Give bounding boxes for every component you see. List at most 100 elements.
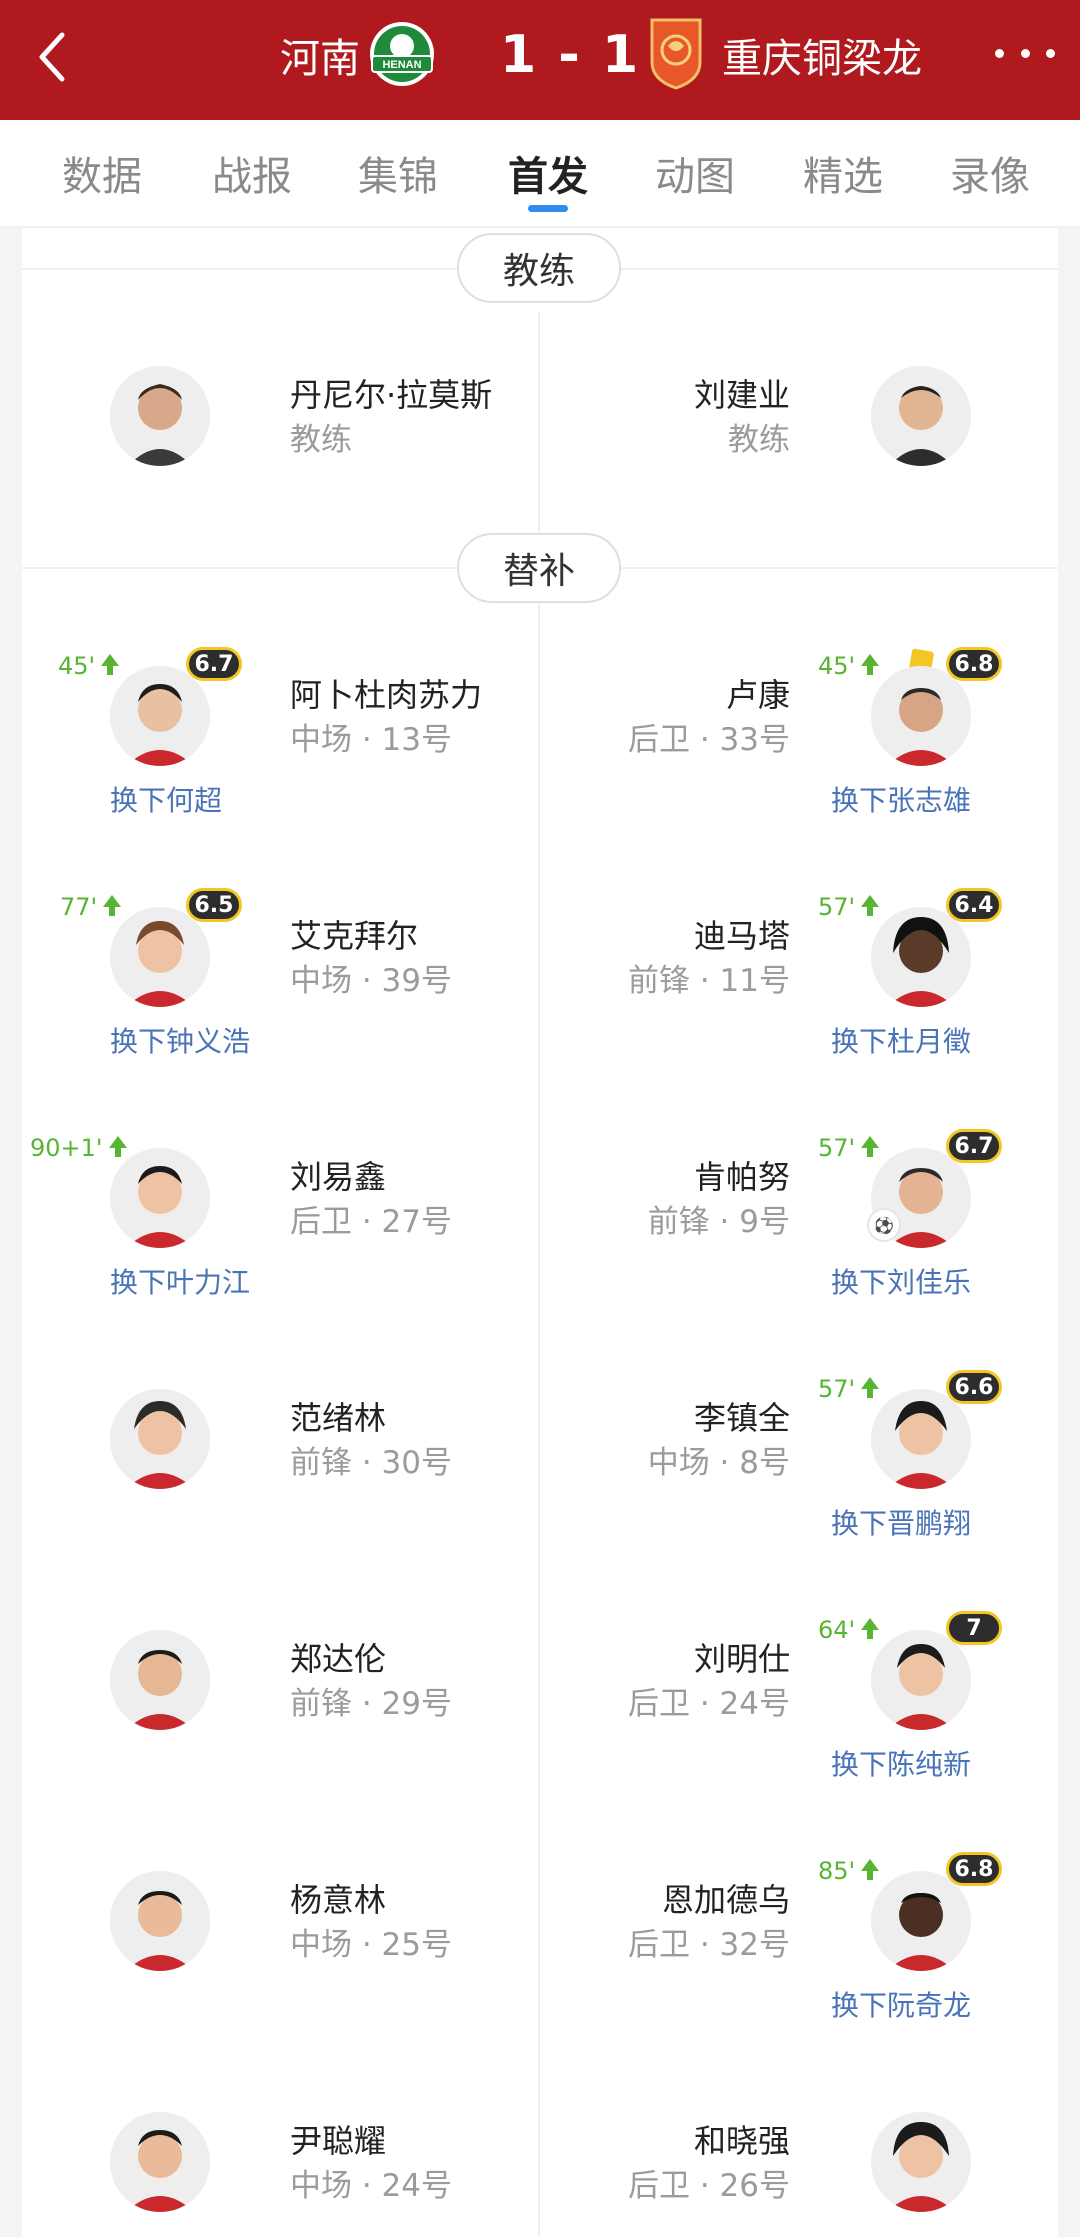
player-name[interactable]: 卢康 bbox=[726, 670, 790, 716]
tab-replay[interactable]: 录像 bbox=[930, 120, 1050, 226]
tab-data[interactable]: 数据 bbox=[42, 120, 162, 226]
player-name[interactable]: 刘易鑫 bbox=[290, 1152, 386, 1198]
player-position-number: 后卫 · 27号 bbox=[290, 1204, 453, 1240]
player-name[interactable]: 范绪林 bbox=[290, 1393, 386, 1439]
home-team-logo[interactable]: HENAN bbox=[368, 20, 436, 88]
player-avatar[interactable] bbox=[871, 907, 971, 1007]
player-name[interactable]: 李镇全 bbox=[694, 1393, 790, 1439]
sub-in-arrow-icon bbox=[861, 1859, 880, 1880]
player-rating-badge: 6.8 bbox=[946, 647, 1002, 681]
sub-replaced-text[interactable]: 换下何超 bbox=[110, 779, 222, 819]
player-rating-badge: 6.7 bbox=[186, 647, 242, 681]
player-name[interactable]: 迪马塔 bbox=[694, 911, 790, 957]
player-avatar[interactable] bbox=[110, 907, 210, 1007]
sub-in-arrow-icon bbox=[101, 654, 120, 675]
coach-section-title: 教练 bbox=[457, 233, 621, 303]
player-avatar[interactable] bbox=[871, 666, 971, 766]
player-name[interactable]: 恩加德乌 bbox=[662, 1875, 790, 1921]
assist-icon: ⚽ bbox=[869, 1210, 899, 1240]
player-avatar[interactable] bbox=[871, 2112, 971, 2212]
svg-text:HENAN: HENAN bbox=[382, 59, 421, 71]
player-position-number: 中场 · 8号 bbox=[647, 1445, 790, 1481]
player-avatar[interactable] bbox=[110, 1630, 210, 1730]
player-position-number: 中场 · 39号 bbox=[290, 963, 453, 999]
sub-replaced-text[interactable]: 换下张志雄 bbox=[831, 779, 971, 819]
player-avatar[interactable] bbox=[110, 1389, 210, 1489]
tab-featured[interactable]: 精选 bbox=[783, 120, 903, 226]
player-position-number: 后卫 · 24号 bbox=[627, 1686, 790, 1722]
sub-minute: 64' bbox=[818, 1616, 880, 1644]
sub-in-arrow-icon bbox=[861, 1618, 880, 1639]
sub-replaced-text[interactable]: 换下杜月徵 bbox=[831, 1020, 971, 1060]
away-coach-avatar[interactable] bbox=[871, 366, 971, 466]
player-avatar[interactable] bbox=[110, 666, 210, 766]
player-position-number: 前锋 · 11号 bbox=[627, 963, 790, 999]
player-position-number: 前锋 · 29号 bbox=[290, 1686, 453, 1722]
sub-replaced-text[interactable]: 换下陈纯新 bbox=[831, 1743, 971, 1783]
sub-replaced-text[interactable]: 换下刘佳乐 bbox=[831, 1261, 971, 1301]
tab-gifs[interactable]: 动图 bbox=[635, 120, 755, 226]
sub-replaced-text[interactable]: 换下阮奇龙 bbox=[831, 1984, 971, 2024]
sub-replaced-text[interactable]: 换下晋鹏翔 bbox=[831, 1502, 971, 1542]
player-position-number: 中场 · 24号 bbox=[290, 2168, 453, 2204]
player-rating-badge: 6.5 bbox=[186, 888, 242, 922]
player-name[interactable]: 肯帕努 bbox=[694, 1152, 790, 1198]
player-name[interactable]: 和晓强 bbox=[694, 2116, 790, 2162]
sub-minute: 45' bbox=[58, 652, 120, 680]
sub-minute: 77' bbox=[60, 893, 122, 921]
player-avatar[interactable] bbox=[871, 1389, 971, 1489]
active-tab-indicator bbox=[528, 205, 568, 212]
chevron-left-icon bbox=[39, 32, 65, 82]
sub-in-arrow-icon bbox=[861, 895, 880, 916]
player-rating-badge: 6.7 bbox=[946, 1129, 1002, 1163]
player-position-number: 前锋 · 30号 bbox=[290, 1445, 453, 1481]
sub-minute: 57' bbox=[818, 1375, 880, 1403]
away-team-logo[interactable] bbox=[648, 16, 704, 90]
player-rating-badge: 6.6 bbox=[946, 1370, 1002, 1404]
player-name[interactable]: 杨意林 bbox=[290, 1875, 386, 1921]
sub-in-arrow-icon bbox=[861, 1377, 880, 1398]
match-header: 河南 HENAN 1 - 1 重庆铜梁龙 bbox=[0, 0, 1080, 120]
sub-in-arrow-icon bbox=[861, 654, 880, 675]
player-position-number: 中场 · 13号 bbox=[290, 722, 453, 758]
back-button[interactable] bbox=[22, 22, 82, 92]
player-position-number: 后卫 · 32号 bbox=[627, 1927, 790, 1963]
player-avatar[interactable] bbox=[110, 2112, 210, 2212]
player-avatar[interactable] bbox=[110, 1148, 210, 1248]
sub-in-arrow-icon bbox=[103, 895, 122, 916]
player-name[interactable]: 郑达伦 bbox=[290, 1634, 386, 1680]
player-name[interactable]: 刘明仕 bbox=[694, 1634, 790, 1680]
player-rating-badge: 6.4 bbox=[946, 888, 1002, 922]
home-coach-role: 教练 bbox=[290, 422, 352, 458]
sub-minute: 57' bbox=[818, 893, 880, 921]
player-rating-badge: 6.8 bbox=[946, 1852, 1002, 1886]
home-coach-name[interactable]: 丹尼尔·拉莫斯 bbox=[290, 370, 492, 416]
sub-minute: 85' bbox=[818, 1857, 880, 1885]
sub-replaced-text[interactable]: 换下钟义浩 bbox=[110, 1020, 250, 1060]
player-position-number: 后卫 · 33号 bbox=[627, 722, 790, 758]
player-avatar[interactable] bbox=[871, 1871, 971, 1971]
match-score: 1 - 1 bbox=[500, 25, 641, 85]
sub-in-arrow-icon bbox=[108, 1136, 127, 1157]
sub-minute: 45' bbox=[818, 652, 880, 680]
player-avatar[interactable] bbox=[110, 1871, 210, 1971]
player-rating-badge: 7 bbox=[946, 1611, 1002, 1645]
tab-highlights[interactable]: 集锦 bbox=[338, 120, 458, 226]
away-team-name[interactable]: 重庆铜梁龙 bbox=[722, 0, 922, 110]
player-position-number: 后卫 · 26号 bbox=[627, 2168, 790, 2204]
player-name[interactable]: 阿卜杜肉苏力 bbox=[290, 670, 482, 716]
player-name[interactable]: 艾克拜尔 bbox=[290, 911, 418, 957]
player-avatar[interactable] bbox=[871, 1630, 971, 1730]
home-team-name[interactable]: 河南 bbox=[280, 0, 360, 110]
player-name[interactable]: 尹聪耀 bbox=[290, 2116, 386, 2162]
sub-replaced-text[interactable]: 换下叶力江 bbox=[110, 1261, 250, 1301]
sub-in-arrow-icon bbox=[861, 1136, 880, 1157]
tab-report[interactable]: 战报 bbox=[192, 120, 312, 226]
sub-minute: 90+1' bbox=[30, 1134, 127, 1162]
away-coach-role: 教练 bbox=[728, 422, 790, 458]
more-dots-icon[interactable] bbox=[995, 38, 1055, 68]
player-position-number: 中场 · 25号 bbox=[290, 1927, 453, 1963]
home-coach-avatar[interactable] bbox=[110, 366, 210, 466]
away-coach-name[interactable]: 刘建业 bbox=[694, 370, 790, 416]
player-position-number: 前锋 · 9号 bbox=[647, 1204, 790, 1240]
